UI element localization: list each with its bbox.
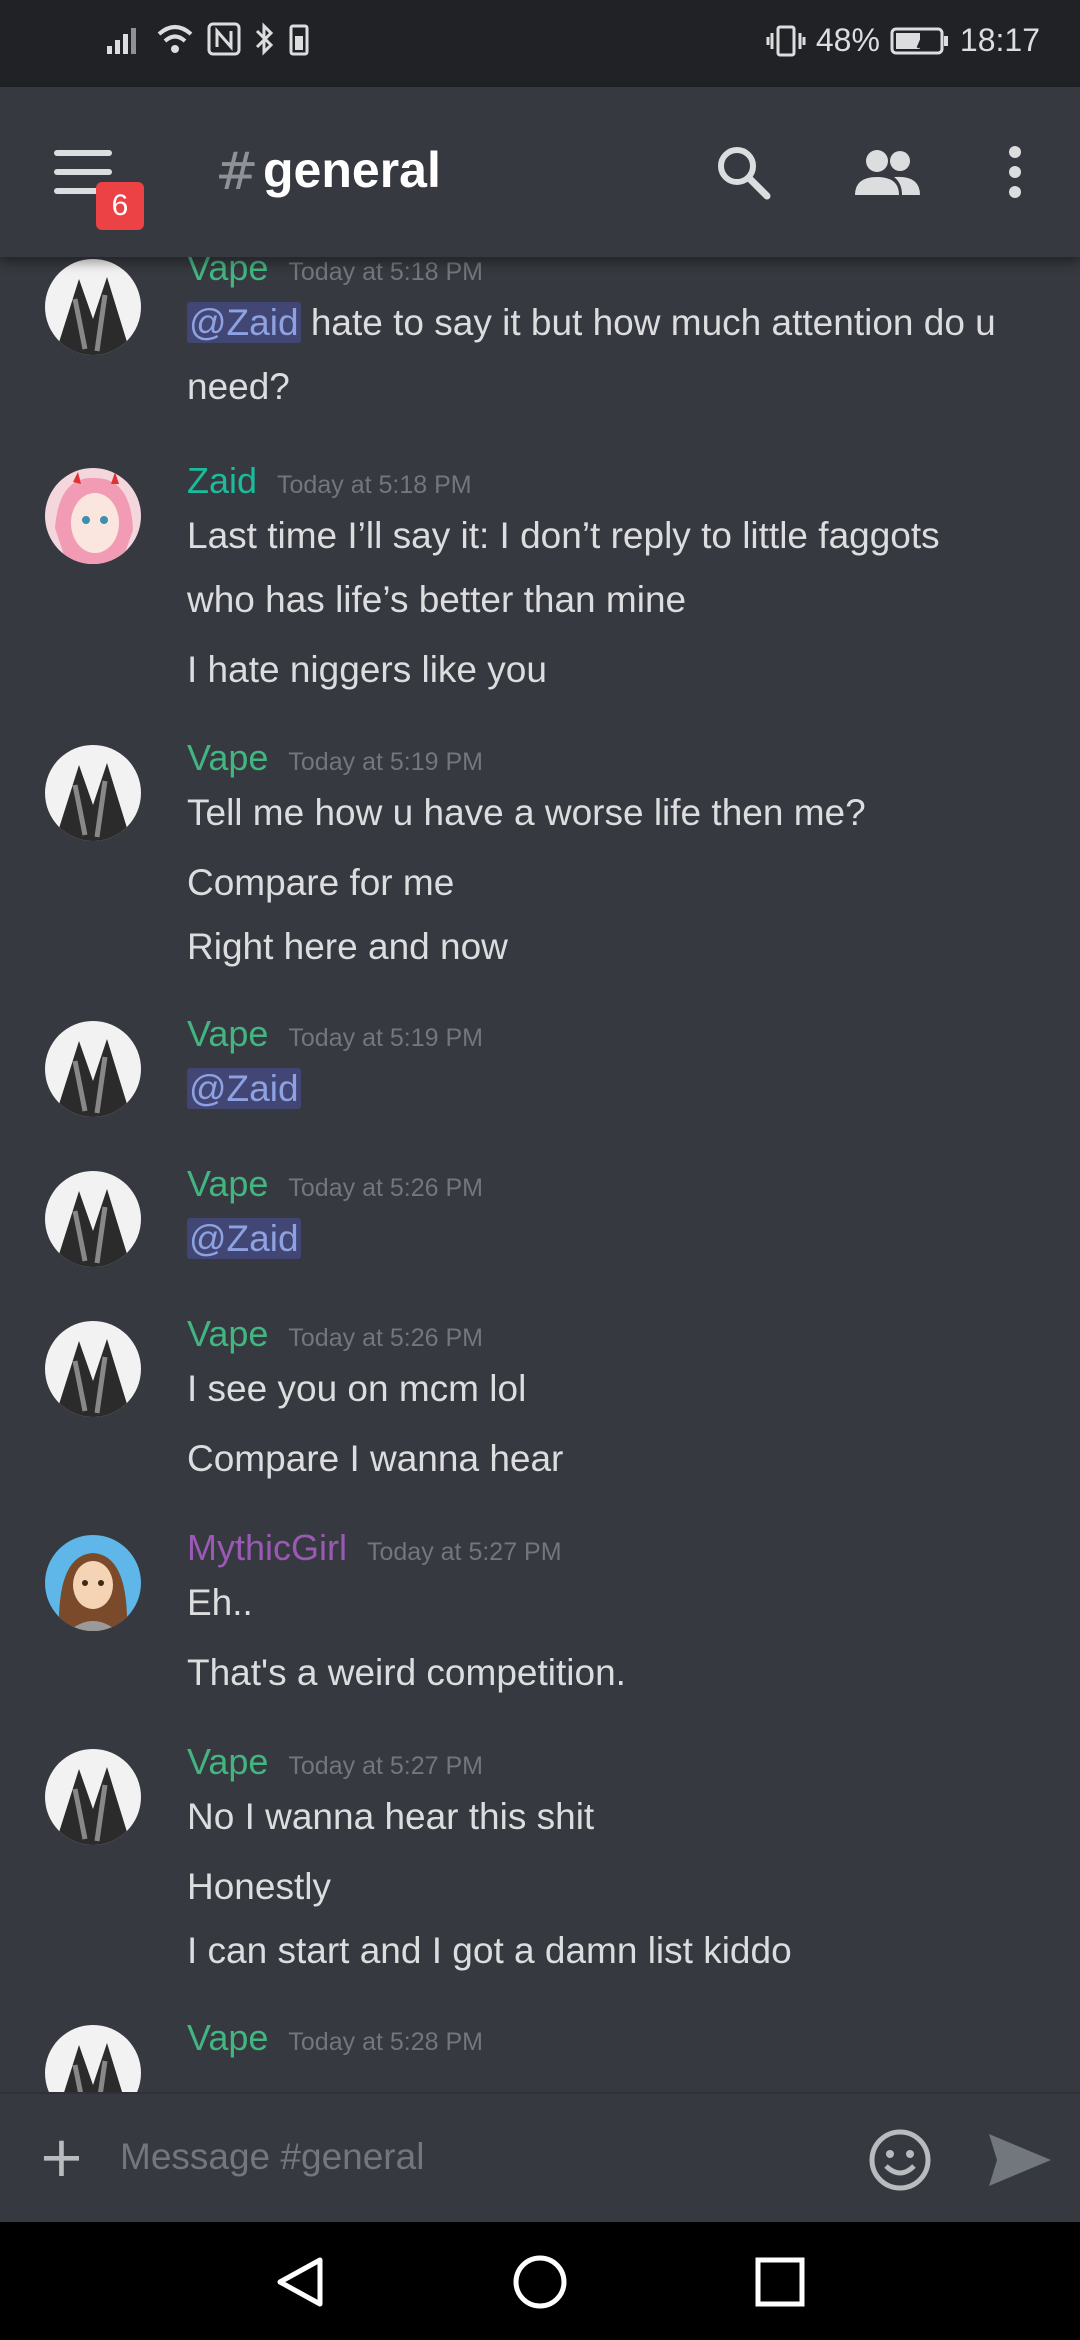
send-icon — [989, 2134, 1051, 2186]
avatar[interactable] — [45, 2025, 141, 2092]
kebab-menu-icon — [1009, 146, 1021, 198]
message-header: Vape Today at 5:26 PM — [187, 1313, 483, 1355]
message-line: Eh.. — [187, 1582, 253, 1623]
timestamp: Today at 5:27 PM — [288, 1752, 483, 1780]
channel-header: 6 # general — [0, 87, 1080, 257]
message-input[interactable]: Message #general — [120, 2136, 424, 2178]
message-line: I can start and I got a damn list kiddo — [187, 1930, 792, 1971]
back-button[interactable] — [270, 2254, 330, 2314]
clock: 18:17 — [959, 22, 1040, 58]
timestamp: Today at 5:19 PM — [288, 1024, 483, 1052]
avatar[interactable] — [45, 259, 141, 355]
message-line: Compare I wanna hear — [187, 1438, 564, 1479]
timestamp: Today at 5:28 PM — [288, 2028, 483, 2056]
message-line: @Zaid hate to say it but how much attent… — [187, 302, 996, 343]
home-icon — [513, 2255, 567, 2309]
timestamp: Today at 5:18 PM — [277, 471, 472, 499]
timestamp: Today at 5:19 PM — [288, 748, 483, 776]
user-mention[interactable]: @Zaid — [187, 1068, 301, 1109]
wifi-icon — [157, 25, 193, 53]
message-line: No I wanna hear this shit — [187, 1796, 595, 1837]
signal-icon — [107, 28, 136, 54]
author-name[interactable]: Vape — [187, 2017, 268, 2058]
sim-battery-icon — [289, 24, 309, 56]
user-mention[interactable]: @Zaid — [187, 302, 301, 343]
nfc-icon — [207, 22, 241, 56]
message-line: need? — [187, 366, 290, 407]
emoji-button[interactable] — [868, 2128, 932, 2196]
system-navigation-bar — [0, 2222, 1080, 2340]
avatar[interactable] — [45, 468, 141, 564]
timestamp: Today at 5:26 PM — [288, 1324, 483, 1352]
battery-percent: 48% — [815, 22, 880, 58]
status-bar: 48% 18:17 — [0, 0, 1080, 87]
message-line: who has life’s better than mine — [187, 579, 687, 620]
message-line: @Zaid — [187, 1057, 1047, 1121]
battery-icon — [890, 27, 948, 54]
message-line: Right here and now — [187, 926, 508, 967]
recents-button[interactable] — [752, 2254, 808, 2314]
author-name[interactable]: Vape — [187, 1163, 268, 1204]
status-left-icons — [105, 22, 309, 56]
timestamp: Today at 5:27 PM — [367, 1538, 562, 1566]
message-line: I see you on mcm lol — [187, 1368, 527, 1409]
author-name[interactable]: Vape — [187, 1313, 268, 1354]
status-right: 48% 18:17 — [766, 22, 1040, 59]
message-header: Vape Today at 5:19 PM — [187, 737, 483, 779]
avatar[interactable] — [45, 1321, 141, 1417]
message-header: Vape Today at 5:26 PM — [187, 1163, 483, 1205]
message-list[interactable]: Vape Today at 5:18 PM @Zaid hate to say i… — [0, 257, 1080, 2092]
avatar[interactable] — [45, 1171, 141, 1267]
more-options-button[interactable] — [980, 137, 1050, 207]
message-header: Vape Today at 5:27 PM — [187, 1741, 483, 1783]
back-icon — [277, 2257, 323, 2307]
author-name[interactable]: Zaid — [187, 460, 257, 501]
recents-icon — [755, 2257, 805, 2307]
send-button[interactable] — [985, 2130, 1055, 2194]
add-attachment-button[interactable]: + — [38, 2130, 85, 2186]
author-name[interactable]: MythicGirl — [187, 1527, 347, 1568]
members-icon — [855, 150, 920, 195]
message-header: Zaid Today at 5:18 PM — [187, 460, 472, 502]
message-header: Vape Today at 5:28 PM — [187, 2017, 483, 2059]
channel-title: general — [263, 142, 441, 198]
message-line: Compare for me — [187, 862, 455, 903]
message-line: @Zaid — [187, 1207, 1047, 1271]
message-line: Honestly — [187, 1866, 331, 1907]
avatar[interactable] — [45, 745, 141, 841]
message-composer: + Message #general — [0, 2092, 1080, 2224]
message-header: Vape Today at 5:19 PM — [187, 1013, 483, 1055]
avatar[interactable] — [45, 1749, 141, 1845]
bluetooth-icon — [255, 22, 274, 56]
channel-hash-icon: # — [215, 142, 259, 202]
message-line: Last time I’ll say it: I don’t reply to … — [187, 515, 940, 556]
search-button[interactable] — [708, 137, 778, 207]
home-button[interactable] — [510, 2252, 570, 2316]
message-line: I hate niggers like you — [187, 649, 547, 690]
user-mention[interactable]: @Zaid — [187, 1218, 301, 1259]
author-name[interactable]: Vape — [187, 1013, 268, 1054]
timestamp: Today at 5:26 PM — [288, 1174, 483, 1202]
vibrate-icon — [766, 25, 806, 56]
message-line: That's a weird competition. — [187, 1652, 626, 1693]
emoji-icon — [869, 2129, 931, 2191]
unread-badge: 6 — [96, 182, 144, 230]
author-name[interactable]: Vape — [187, 1741, 268, 1782]
message-line: Tell me how u have a worse life then me? — [187, 792, 866, 833]
members-button[interactable] — [852, 137, 922, 207]
message-header: MythicGirl Today at 5:27 PM — [187, 1527, 562, 1569]
timestamp: Today at 5:18 PM — [288, 258, 483, 286]
avatar[interactable] — [45, 1021, 141, 1117]
author-name[interactable]: Vape — [187, 257, 268, 288]
avatar[interactable] — [45, 1535, 141, 1631]
search-icon — [718, 147, 771, 200]
author-name[interactable]: Vape — [187, 737, 268, 778]
message-header: Vape Today at 5:18 PM — [187, 257, 483, 289]
